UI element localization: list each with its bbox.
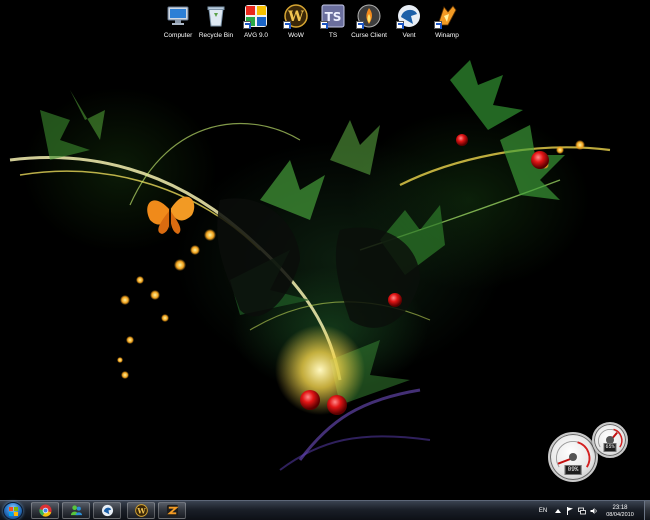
curse-client-icon xyxy=(356,4,381,29)
cpu-usage-readout: 09% xyxy=(564,465,582,475)
network-icon xyxy=(578,507,586,515)
memory-usage-readout: 65% xyxy=(603,443,617,452)
volume-icon xyxy=(590,508,597,514)
desktop-icon-label: Winamp xyxy=(435,32,459,39)
zune-icon xyxy=(166,504,179,517)
shortcut-arrow-icon xyxy=(396,21,404,29)
desktop-shortcut-avg[interactable]: AVG 9.0 xyxy=(236,4,276,44)
taskbar-ventrilo-button[interactable] xyxy=(93,502,121,519)
wow-icon: W xyxy=(283,4,308,29)
start-button[interactable] xyxy=(3,502,23,520)
volume-button[interactable] xyxy=(589,501,599,520)
show-hidden-icons-icon xyxy=(555,509,561,513)
desktop-shortcut-ventrilo[interactable]: Vent xyxy=(389,4,429,44)
network-button[interactable] xyxy=(577,501,587,520)
svg-text:W: W xyxy=(136,506,146,515)
desktop-icon-label: WoW xyxy=(288,32,304,39)
cpu-gauge: 09% xyxy=(548,432,598,482)
recycle-bin-icon xyxy=(204,4,228,28)
desktop-icon-label: TS xyxy=(328,32,338,39)
ventrilo-icon xyxy=(101,504,113,517)
taskbar-messenger-button[interactable] xyxy=(62,502,90,519)
show-hidden-icons-button[interactable] xyxy=(553,501,563,520)
desktop-shortcut-teamspeak[interactable]: TS TS xyxy=(313,4,353,44)
desktop-shortcut-recycle-bin[interactable]: Recycle Bin xyxy=(196,4,236,44)
clock[interactable]: 23:18 08/04/2010 xyxy=(602,502,638,520)
shortcut-arrow-icon xyxy=(434,21,442,29)
shortcut-arrow-icon xyxy=(243,21,251,29)
show-desktop-button[interactable] xyxy=(644,501,650,520)
notification-area: EN 23:18 08/04/2010 xyxy=(530,501,650,520)
clock-date: 08/04/2010 xyxy=(606,511,634,518)
desktop-shortcut-computer[interactable]: Computer xyxy=(158,4,198,44)
desktop-shortcut-winamp[interactable]: Winamp xyxy=(427,4,467,44)
action-center-flag-icon xyxy=(567,507,573,515)
desktop-icon-label: Curse Client xyxy=(351,32,387,39)
avg-icon xyxy=(243,4,268,29)
taskbar-chrome-button[interactable] xyxy=(31,502,59,519)
taskbar-zune-button[interactable] xyxy=(158,502,186,519)
windows-logo-icon xyxy=(9,507,18,516)
clock-time: 23:18 xyxy=(612,504,628,511)
desktop-icon-label: AVG 9.0 xyxy=(243,32,269,39)
wow-icon: W xyxy=(134,504,148,517)
cpu-meter-gadget[interactable]: 09% 65% xyxy=(548,422,632,484)
desktop-icon-label: Recycle Bin xyxy=(198,32,234,39)
desktop-icon-label: Computer xyxy=(163,32,193,39)
msn-messenger-icon xyxy=(70,505,82,516)
teamspeak-icon: TS xyxy=(320,4,345,29)
shortcut-arrow-icon xyxy=(283,21,291,29)
desktop-shortcut-curse-client[interactable]: Curse Client xyxy=(349,4,389,44)
shortcut-arrow-icon xyxy=(356,21,364,29)
action-center-button[interactable] xyxy=(565,501,575,520)
language-indicator[interactable]: EN xyxy=(536,501,550,520)
chrome-icon xyxy=(38,504,52,517)
taskbar: W EN 23:18 08/04/2010 xyxy=(0,500,650,520)
taskbar-wow-button[interactable]: W xyxy=(127,502,155,519)
shortcut-arrow-icon xyxy=(320,21,328,29)
ventrilo-icon xyxy=(396,4,421,29)
cpu-gauge-hub xyxy=(569,453,577,461)
computer-icon xyxy=(166,4,190,28)
winamp-icon xyxy=(434,4,459,29)
memory-gauge: 65% xyxy=(592,422,628,458)
desktop-icon-label: Vent xyxy=(402,32,416,39)
desktop-shortcut-wow[interactable]: W WoW xyxy=(276,4,316,44)
